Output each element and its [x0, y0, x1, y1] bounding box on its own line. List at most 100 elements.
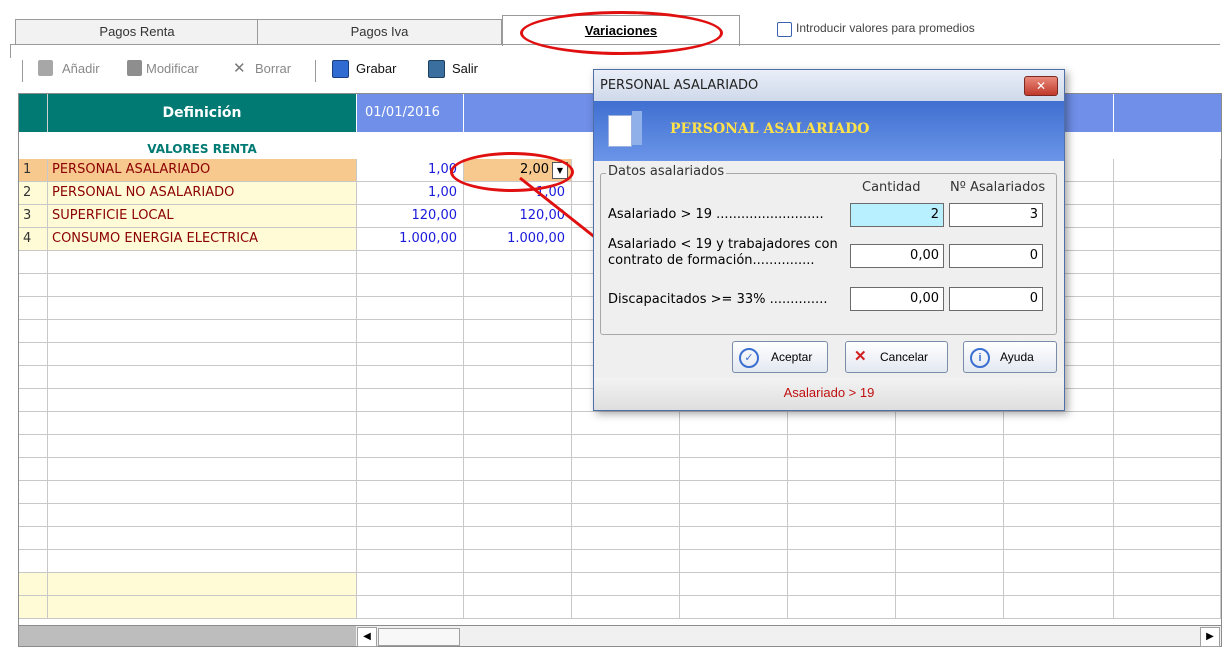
grid-cell[interactable]	[788, 550, 896, 573]
grid-cell[interactable]	[19, 297, 48, 320]
grid-cell[interactable]	[1004, 481, 1114, 504]
delete-button[interactable]: Borrar	[255, 61, 291, 76]
exit-button[interactable]: Salir	[452, 61, 478, 76]
row-label[interactable]: CONSUMO ENERGIA ELECTRICA	[48, 228, 357, 251]
cantidad-field-menor-19[interactable]: 0,00	[850, 244, 944, 268]
promedios-checkbox[interactable]	[777, 22, 792, 37]
grid-cell[interactable]	[48, 504, 357, 527]
grid-cell[interactable]	[48, 389, 357, 412]
grid-cell[interactable]	[19, 504, 48, 527]
grid-cell[interactable]	[357, 550, 464, 573]
grid-cell[interactable]	[19, 389, 48, 412]
grid-cell[interactable]	[572, 527, 680, 550]
grid-cell[interactable]	[572, 596, 680, 619]
grid-cell[interactable]	[1114, 297, 1221, 320]
grid-cell[interactable]	[19, 435, 48, 458]
column-header-definicion[interactable]: Definición	[48, 94, 356, 132]
grid-cell[interactable]	[1114, 251, 1221, 274]
cantidad-field-discapacitados[interactable]: 0,00	[850, 287, 944, 311]
grid-cell[interactable]	[464, 458, 572, 481]
grid-cell[interactable]	[357, 435, 464, 458]
grid-cell[interactable]	[572, 573, 680, 596]
grid-cell[interactable]	[48, 435, 357, 458]
grid-cell[interactable]	[896, 458, 1004, 481]
column-header-date[interactable]: 01/01/2016	[357, 94, 463, 132]
grid-cell[interactable]	[357, 320, 464, 343]
cancelar-button[interactable]: ✕ Cancelar	[845, 341, 948, 373]
grid-cell[interactable]	[572, 412, 680, 435]
value-cell-date[interactable]: 1,00	[357, 182, 464, 205]
grid-cell[interactable]	[48, 366, 357, 389]
grid-cell[interactable]	[19, 527, 48, 550]
grid-cell[interactable]	[896, 596, 1004, 619]
horizontal-scrollbar[interactable]: ◀ ▶	[18, 625, 1222, 647]
scroll-thumb[interactable]	[378, 628, 460, 646]
grid-cell[interactable]	[788, 573, 896, 596]
cantidad-field-mayor-19[interactable]: 2	[850, 203, 944, 227]
grid-cell[interactable]	[680, 458, 788, 481]
grid-cell[interactable]	[357, 504, 464, 527]
grid-cell[interactable]	[680, 412, 788, 435]
row-label[interactable]: PERSONAL NO ASALARIADO	[48, 182, 357, 205]
row-label[interactable]: SUPERFICIE LOCAL	[48, 205, 357, 228]
grid-cell[interactable]	[464, 573, 572, 596]
grid-cell[interactable]	[464, 504, 572, 527]
grid-cell[interactable]	[357, 389, 464, 412]
grid-cell[interactable]	[357, 481, 464, 504]
grid-cell[interactable]	[896, 550, 1004, 573]
grid-cell[interactable]	[464, 435, 572, 458]
grid-cell[interactable]	[19, 596, 48, 619]
grid-cell[interactable]	[1004, 504, 1114, 527]
grid-cell[interactable]	[464, 389, 572, 412]
grid-cell[interactable]	[896, 504, 1004, 527]
grid-cell[interactable]	[896, 412, 1004, 435]
grid-cell[interactable]	[1114, 366, 1221, 389]
grid-cell[interactable]	[464, 481, 572, 504]
row-label[interactable]: PERSONAL ASALARIADO	[48, 159, 357, 182]
grid-cell[interactable]	[788, 435, 896, 458]
grid-cell[interactable]	[357, 573, 464, 596]
grid-cell[interactable]	[896, 527, 1004, 550]
grid-cell[interactable]	[1114, 412, 1221, 435]
grid-cell[interactable]	[464, 596, 572, 619]
grid-cell[interactable]	[357, 366, 464, 389]
value-cell-date[interactable]: 120,00	[357, 205, 464, 228]
grid-cell[interactable]	[1004, 573, 1114, 596]
grid-cell[interactable]	[19, 343, 48, 366]
grid-cell[interactable]	[48, 550, 357, 573]
scroll-right-icon[interactable]: ▶	[1200, 627, 1220, 647]
grid-cell[interactable]	[464, 274, 572, 297]
grid-cell[interactable]	[48, 573, 357, 596]
grid-cell[interactable]	[48, 343, 357, 366]
grid-cell[interactable]	[1004, 527, 1114, 550]
grid-cell[interactable]	[1114, 481, 1221, 504]
grid-cell[interactable]	[48, 412, 357, 435]
tab-pagos-iva[interactable]: Pagos Iva	[257, 19, 502, 45]
grid-cell[interactable]	[572, 481, 680, 504]
grid-cell[interactable]	[1114, 205, 1221, 228]
grid-cell[interactable]	[788, 412, 896, 435]
grid-cell[interactable]	[464, 366, 572, 389]
tab-pagos-renta[interactable]: Pagos Renta	[15, 19, 259, 45]
grid-cell[interactable]	[788, 596, 896, 619]
grid-cell[interactable]	[357, 251, 464, 274]
grid-cell[interactable]	[1114, 228, 1221, 251]
grid-cell[interactable]	[896, 481, 1004, 504]
grid-cell[interactable]	[1114, 550, 1221, 573]
grid-cell[interactable]	[357, 412, 464, 435]
grid-cell[interactable]	[357, 596, 464, 619]
grid-cell[interactable]	[1114, 573, 1221, 596]
grid-cell[interactable]	[19, 320, 48, 343]
grid-cell[interactable]	[357, 458, 464, 481]
grid-cell[interactable]	[788, 527, 896, 550]
value-cell-date[interactable]: 1,00	[357, 159, 464, 182]
grid-cell[interactable]	[464, 320, 572, 343]
grid-cell[interactable]	[48, 251, 357, 274]
save-button[interactable]: Grabar	[356, 61, 396, 76]
grid-cell[interactable]	[48, 527, 357, 550]
grid-cell[interactable]	[19, 573, 48, 596]
grid-cell[interactable]	[1004, 435, 1114, 458]
grid-cell[interactable]	[1114, 435, 1221, 458]
grid-cell[interactable]	[788, 458, 896, 481]
num-field-menor-19[interactable]: 0	[949, 244, 1043, 268]
